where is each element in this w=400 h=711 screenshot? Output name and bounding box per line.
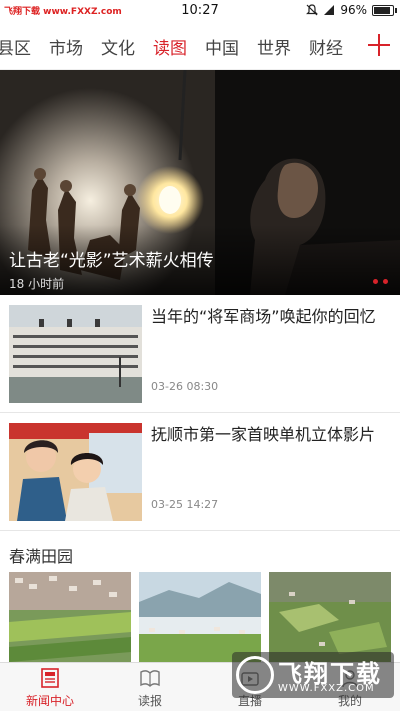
status-bar: 飞翔下载 www.FXXZ.com 10:27 96% [0,0,400,22]
tab-pictures[interactable]: 读图 [153,34,187,59]
book-icon [140,670,160,687]
hero-time: 18 小时前 [9,277,65,291]
watermark-circle-icon [236,656,274,694]
hero-title[interactable]: 让古老“光影”艺术薪火相传 [9,246,214,271]
tab-county[interactable]: 县区 [0,34,31,59]
channel-tabs: 县区 市场 文化 读图 中国 世界 财经 [0,22,361,70]
watermark-logo: 飞翔下载 WWW.FXXZ.COM [232,652,394,698]
carousel-indicator [373,279,388,284]
nav-read-paper[interactable]: 读报 [100,663,200,711]
gallery-thumbnail[interactable] [9,572,131,667]
mute-icon [306,4,319,16]
add-channel-icon[interactable] [366,32,392,58]
tab-culture[interactable]: 文化 [101,34,135,59]
battery-icon [372,4,397,16]
newspaper-icon [41,668,59,688]
section-title[interactable]: 春满田园 [9,543,73,567]
carousel-dot [383,279,388,284]
news-title[interactable]: 抚顺市第一家首映单机立体影片 [151,421,391,448]
nav-news-center[interactable]: 新闻中心 [0,663,100,711]
nav-label: 读报 [137,694,162,708]
tab-world[interactable]: 世界 [257,34,291,59]
signal-icon [324,5,335,15]
news-title[interactable]: 当年的“将军商场”唤起你的回忆 [151,303,391,330]
tab-finance[interactable]: 财经 [309,34,343,59]
battery-percent: 96% [340,3,367,17]
tab-china[interactable]: 中国 [205,34,239,59]
status-icons: 96% [306,3,397,17]
news-time: 03-26 08:30 [151,380,219,393]
news-item[interactable]: 抚顺市第一家首映单机立体影片 03-25 14:27 [0,413,400,531]
news-thumbnail [9,423,142,521]
news-thumbnail [9,305,142,403]
carousel-dot [373,279,378,284]
hero-banner[interactable]: 让古老“光影”艺术薪火相传 18 小时前 [0,70,400,295]
tab-market[interactable]: 市场 [49,34,83,59]
nav-label: 新闻中心 [25,694,74,708]
watermark-url: WWW.FXXZ.COM [278,683,375,694]
news-item[interactable]: 当年的“将军商场”唤起你的回忆 03-26 08:30 [0,295,400,413]
news-time: 03-25 14:27 [151,498,219,511]
channel-bar: 县区 市场 文化 读图 中国 世界 财经 [0,22,400,70]
